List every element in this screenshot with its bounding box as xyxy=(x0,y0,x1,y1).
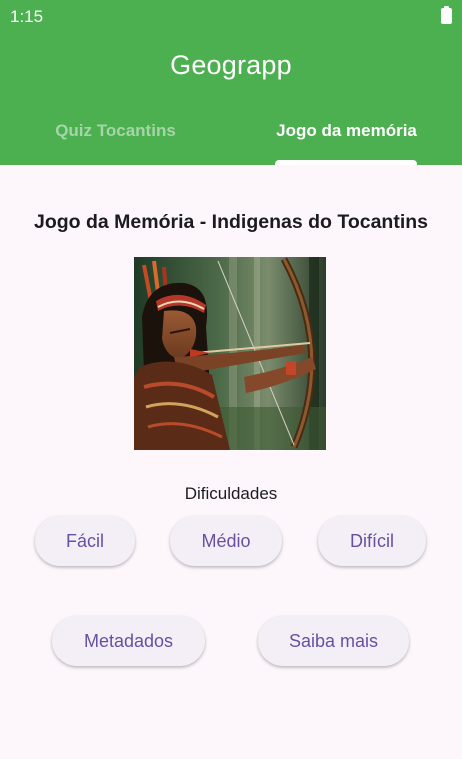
medium-button[interactable]: Médio xyxy=(170,516,282,566)
difficulty-label: Dificuldades xyxy=(184,484,278,503)
battery-full-icon xyxy=(441,6,452,24)
easy-button[interactable]: Fácil xyxy=(35,516,135,566)
app-bar: 1:15 Geograpp Quiz Tocantins Jogo da mem… xyxy=(0,0,462,166)
tab-jogo-da-memoria[interactable]: Jogo da memória xyxy=(231,121,462,141)
main-content: Jogo da Memória - Indigenas do Tocantins xyxy=(0,165,462,759)
indigenous-archer-image xyxy=(134,257,326,450)
learn-more-button[interactable]: Saiba mais xyxy=(258,616,409,666)
app-title: Geograpp xyxy=(170,50,292,80)
hard-button[interactable]: Difícil xyxy=(318,516,426,566)
status-time: 1:15 xyxy=(10,7,44,26)
page-title: Jogo da Memória - Indigenas do Tocantins xyxy=(33,211,428,233)
metadata-button[interactable]: Metadados xyxy=(52,616,205,666)
tab-quiz-tocantins[interactable]: Quiz Tocantins xyxy=(0,121,231,141)
